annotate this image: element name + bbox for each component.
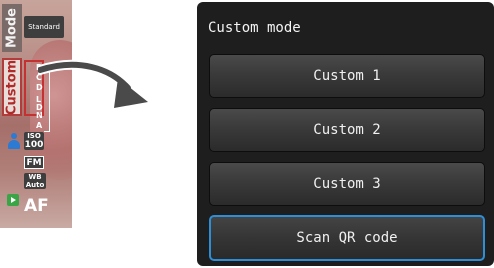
wb-label: WB bbox=[28, 173, 42, 181]
custom-tab[interactable]: Custom bbox=[2, 58, 22, 116]
iso-indicator: ISO 100 bbox=[24, 132, 44, 150]
af-indicator: AF bbox=[24, 196, 49, 216]
wb-indicator: WB Auto bbox=[24, 173, 46, 189]
playback-icon bbox=[7, 194, 19, 206]
fm-indicator: FM bbox=[24, 156, 44, 169]
custom-char: A bbox=[36, 121, 43, 130]
mode-tab[interactable]: Mode bbox=[2, 4, 22, 52]
panel-title: Custom mode bbox=[208, 20, 301, 36]
person-icon bbox=[8, 133, 20, 149]
custom-1-button[interactable]: Custom 1 bbox=[209, 54, 485, 98]
curved-arrow-icon bbox=[38, 59, 148, 108]
custom-mode-panel: Custom mode Custom 1 Custom 2 Custom 3 S… bbox=[197, 2, 494, 266]
iso-label: ISO bbox=[27, 132, 41, 140]
scan-qr-code-button[interactable]: Scan QR code bbox=[209, 215, 485, 261]
iso-value: 100 bbox=[24, 140, 44, 150]
custom-2-button[interactable]: Custom 2 bbox=[209, 108, 485, 152]
custom-3-button[interactable]: Custom 3 bbox=[209, 162, 485, 206]
wb-value: Auto bbox=[25, 181, 45, 189]
standard-badge: Standard bbox=[24, 16, 64, 38]
